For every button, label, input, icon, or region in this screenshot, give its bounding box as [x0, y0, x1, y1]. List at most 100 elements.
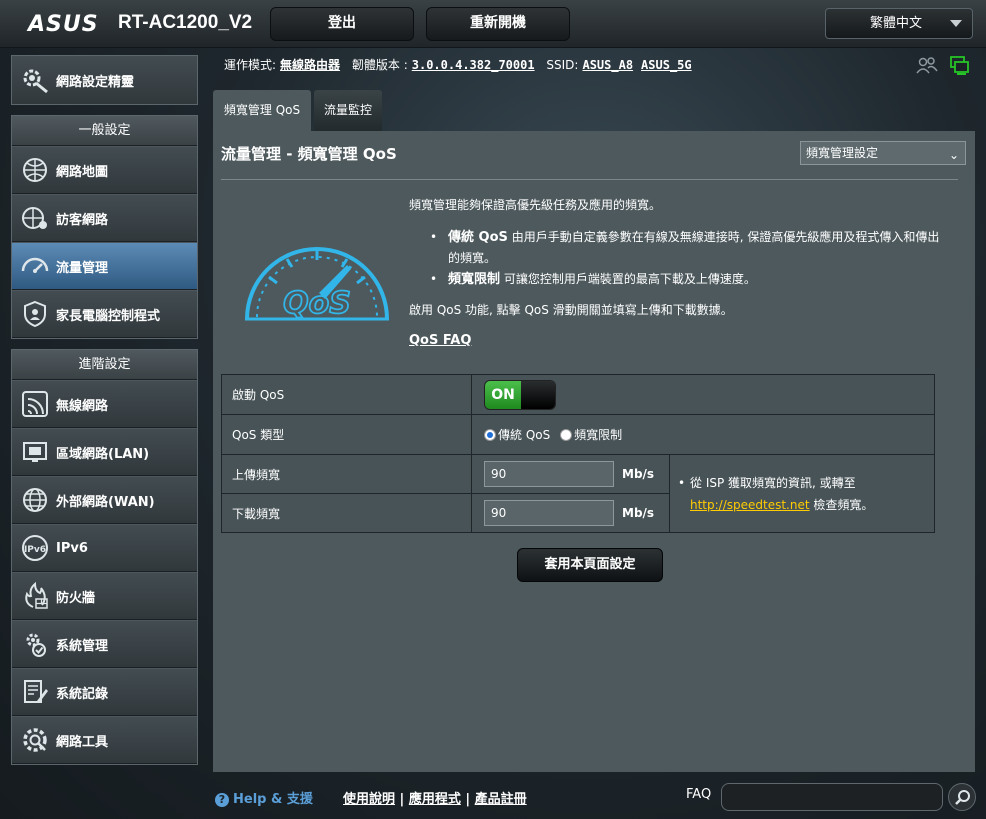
qos-settings-select-value: 頻寬管理設定: [806, 146, 879, 160]
sidebar-item-ipv6[interactable]: IPv6 IPv6: [12, 524, 197, 572]
radio-bandwidth-limiter[interactable]: [560, 429, 573, 441]
qos-toggle[interactable]: ON: [484, 379, 556, 410]
sidebar-item-system-log[interactable]: 系統記錄: [12, 668, 197, 716]
unit-label: Mb/s: [622, 467, 655, 481]
speedometer-icon: [21, 257, 49, 273]
logout-button[interactable]: 登出: [270, 7, 414, 41]
tab-qos[interactable]: 頻寬管理 QoS: [213, 90, 311, 131]
wireless-icon: [22, 391, 48, 417]
page-title: 流量管理 - 頻寬管理 QoS: [221, 145, 397, 163]
toggle-on-label: ON: [485, 380, 521, 409]
sidebar-item-parental-control[interactable]: 家長電腦控制程式: [12, 290, 197, 338]
sidebar-item-guest-network[interactable]: 訪客網路: [12, 194, 197, 242]
help-support-link[interactable]: ? Help & 支援: [215, 788, 313, 807]
sidebar-item-label: 系統管理: [56, 638, 109, 654]
download-bandwidth-input[interactable]: 90: [484, 500, 614, 526]
sidebar-item-network-tools[interactable]: 網路工具: [12, 716, 197, 764]
list-item: 頻寬限制 可讓您控制用戶端裝置的最高下載及上傳速度。: [426, 269, 946, 290]
sidebar-item-wizard[interactable]: 網路設定精靈: [12, 56, 197, 104]
status-icons: [916, 56, 970, 80]
sidebar-wizard-box: 網路設定精靈: [11, 55, 198, 105]
download-bandwidth-cell: 90 Mb/s: [471, 493, 670, 533]
note-text: 從 ISP 獲取頻寬的資訊, 或轉至: [690, 475, 856, 490]
language-select[interactable]: 繁體中文: [825, 8, 973, 39]
note-suffix: 檢查頻寬。: [809, 497, 874, 512]
qos-settings-select[interactable]: 頻寬管理設定 ⌄: [800, 141, 966, 165]
bullet-title: 傳統 QoS: [448, 230, 508, 245]
qos-speedometer-logo: QoS: [245, 247, 389, 322]
sidebar-item-wan[interactable]: 外部網路(WAN): [12, 476, 197, 524]
tab-traffic-monitor[interactable]: 流量監控: [314, 90, 382, 131]
sidebar-item-label: 無線網路: [56, 398, 109, 414]
sidebar-general-box: 一般設定 網路地圖 訪客網路 流量管理 家長電腦控制程式: [11, 115, 198, 339]
sidebar-item-label: 外部網路(WAN): [56, 494, 155, 510]
footer-links: 使用說明 | 應用程式 | 產品註冊: [343, 792, 527, 807]
apply-button[interactable]: 套用本頁面設定: [517, 548, 663, 582]
network-map-icon: [23, 158, 47, 182]
general-settings-header: 一般設定: [12, 116, 197, 146]
help-label: Help & 支援: [233, 792, 313, 807]
sidebar-item-label: 訪客網路: [56, 212, 109, 228]
manual-link[interactable]: 使用說明: [343, 792, 395, 807]
enable-qos-cell: ON: [471, 374, 935, 415]
firmware-label: 韌體版本 :: [351, 58, 408, 72]
faq-search-button[interactable]: [948, 783, 976, 811]
sidebar-item-label: 網路設定精靈: [56, 74, 135, 90]
toggle-knob: [521, 380, 555, 409]
register-link[interactable]: 產品註冊: [475, 792, 527, 807]
lan-icon: [23, 442, 47, 462]
sidebar-item-label: 系統記錄: [56, 686, 109, 702]
sidebar-item-administration[interactable]: 系統管理: [12, 620, 197, 668]
upload-bandwidth-input[interactable]: 90: [484, 461, 614, 487]
firmware-link[interactable]: 3.0.0.4.382_70001: [412, 58, 535, 72]
qos-type-cell: 傳統 QoS 頻寬限制: [471, 414, 935, 455]
top-header: ASUS RT-AC1200_V2 登出 重新開機 繁體中文: [0, 0, 986, 48]
asus-logo: ASUS: [28, 12, 99, 37]
sidebar-item-label: 流量管理: [56, 260, 109, 276]
radio-label: 傳統 QoS: [498, 428, 551, 442]
gear-icon: [26, 633, 46, 657]
svg-text:IPv6: IPv6: [24, 545, 46, 555]
enable-qos-label: 啟動 QoS: [221, 374, 472, 415]
sidebar-item-network-map[interactable]: 網路地圖: [12, 146, 197, 194]
globe-icon: [23, 488, 47, 512]
reboot-button[interactable]: 重新開機: [426, 7, 570, 41]
apps-link[interactable]: 應用程式: [409, 792, 461, 807]
sidebar-item-label: 區域網路(LAN): [56, 446, 150, 462]
main-panel: 流量管理 - 頻寬管理 QoS 頻寬管理設定 ⌄ QoS 頻寬管理能夠保證高優先…: [213, 131, 975, 772]
radio-traditional-qos[interactable]: [484, 429, 496, 441]
bullet-text: 可讓您控制用戶端裝置的最高下載及上傳速度。: [500, 272, 756, 286]
table-row: 上傳頻寬 90 Mb/s • 從 ISP 獲取頻寬的資訊, 或轉至 http://…: [221, 454, 935, 533]
sidebar-item-lan[interactable]: 區域網路(LAN): [12, 428, 197, 476]
enable-instructions: 啟用 QoS 功能, 點擊 QoS 滑動開關並填寫上傳和下載數據。: [409, 303, 733, 317]
ssid-link-2[interactable]: ASUS_5G: [641, 58, 692, 72]
qos-faq-link[interactable]: QoS FAQ: [409, 333, 471, 348]
sidebar-advanced-box: 進階設定 無線網路 區域網路(LAN) 外部網路(WAN) IPv6 IPv6: [11, 349, 198, 765]
list-item: 傳統 QoS 由用戶手動自定義參數在有線及無線連接時, 保證高優先級應用及程式傳…: [426, 227, 946, 268]
upload-bandwidth-label: 上傳頻寬: [221, 454, 472, 494]
network-status-icon[interactable]: [950, 56, 970, 76]
sidebar-item-wireless[interactable]: 無線網路: [12, 380, 197, 428]
sidebar-item-traffic-manager[interactable]: 流量管理: [12, 242, 197, 290]
clients-icon[interactable]: [916, 56, 938, 76]
bandwidth-note: • 從 ISP 獲取頻寬的資訊, 或轉至 http://speedtest.ne…: [669, 454, 935, 533]
faq-search-input[interactable]: [721, 783, 943, 811]
title-divider: [221, 179, 958, 180]
mode-link[interactable]: 無線路由器: [280, 58, 340, 72]
sidebar-item-firewall[interactable]: 防火牆: [12, 572, 197, 620]
footer: ? Help & 支援 使用說明 | 應用程式 | 產品註冊 FAQ: [213, 780, 976, 812]
tools-icon: [23, 728, 47, 752]
fire-icon: [25, 581, 48, 609]
wizard-icon: [23, 69, 48, 94]
sidebar-item-label: IPv6: [56, 540, 88, 556]
language-value: 繁體中文: [870, 16, 923, 31]
chevron-down-icon: ⌄: [948, 148, 959, 162]
guest-network-icon: [22, 207, 47, 229]
upload-bandwidth-cell: 90 Mb/s: [471, 454, 670, 494]
qos-settings-table: 啟動 QoS ON QoS 類型 傳統 QoS 頻寬限制 上傳頻寬 90 Mb/s: [221, 374, 935, 533]
speedtest-link[interactable]: http://speedtest.net: [690, 498, 810, 512]
ipv6-icon: IPv6: [22, 535, 48, 561]
bullet-text: 由用戶手動自定義參數在有線及無線連接時, 保證高優先級應用及程式傳入和傳出的頻寬…: [448, 230, 940, 265]
ssid-label: SSID:: [546, 58, 579, 72]
ssid-link-1[interactable]: ASUS_A8: [582, 58, 633, 72]
